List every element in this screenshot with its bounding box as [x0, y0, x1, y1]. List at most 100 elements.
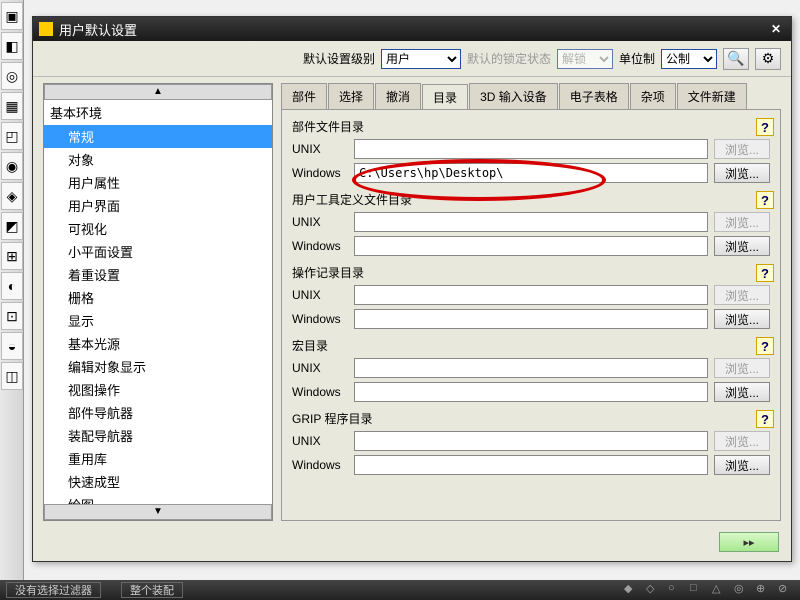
- status-icon[interactable]: ⊘: [778, 582, 794, 598]
- status-icon[interactable]: ○: [668, 582, 684, 598]
- tool-icon[interactable]: ◈: [1, 182, 23, 210]
- path-input[interactable]: [354, 382, 708, 402]
- status-icon[interactable]: ◇: [646, 582, 662, 598]
- filter-status[interactable]: 没有选择过滤器: [6, 582, 101, 598]
- tool-icon[interactable]: ◩: [1, 212, 23, 240]
- tool-icon[interactable]: ◰: [1, 122, 23, 150]
- assembly-status[interactable]: 整个装配: [121, 582, 183, 598]
- tree-item[interactable]: 显示: [44, 309, 272, 332]
- level-select[interactable]: 用户: [381, 49, 461, 69]
- browse-button: 浏览...: [714, 212, 770, 232]
- path-input[interactable]: [354, 309, 708, 329]
- path-input[interactable]: [354, 431, 708, 451]
- tree-item[interactable]: 着重设置: [44, 263, 272, 286]
- ok-button[interactable]: ▸▸: [719, 532, 779, 552]
- tab[interactable]: 选择: [328, 83, 374, 109]
- tool-icon[interactable]: ◎: [1, 62, 23, 90]
- binoculars-icon[interactable]: 🔍: [723, 48, 749, 70]
- tab[interactable]: 杂项: [630, 83, 676, 109]
- tree-item[interactable]: 基本光源: [44, 332, 272, 355]
- browse-button[interactable]: 浏览...: [714, 163, 770, 183]
- path-input[interactable]: [354, 139, 708, 159]
- help-icon[interactable]: ?: [756, 191, 774, 209]
- tree-item[interactable]: 用户属性: [44, 171, 272, 194]
- tree-item[interactable]: 常规: [44, 125, 272, 148]
- tool-icon[interactable]: ◧: [1, 32, 23, 60]
- close-button[interactable]: ✕: [767, 21, 785, 37]
- path-row: Windows浏览...: [292, 163, 770, 183]
- browse-button[interactable]: 浏览...: [714, 382, 770, 402]
- tree-item[interactable]: 视图操作: [44, 378, 272, 401]
- browse-button: 浏览...: [714, 139, 770, 159]
- status-icon[interactable]: ◎: [734, 582, 750, 598]
- tree-item[interactable]: 可视化: [44, 217, 272, 240]
- scroll-down-button[interactable]: ▼: [44, 504, 272, 520]
- browse-button[interactable]: 浏览...: [714, 236, 770, 256]
- tool-icon[interactable]: ⊞: [1, 242, 23, 270]
- section-title: 用户工具定义文件目录: [292, 191, 770, 208]
- settings-icon[interactable]: ⚙: [755, 48, 781, 70]
- tool-icon[interactable]: ▣: [1, 2, 23, 30]
- path-input[interactable]: [354, 212, 708, 232]
- statusbar: 没有选择过滤器 整个装配 ◆ ◇ ○ □ △ ◎ ⊕ ⊘: [0, 580, 800, 600]
- path-row: Windows浏览...: [292, 382, 770, 402]
- tree-item[interactable]: 编辑对象显示: [44, 355, 272, 378]
- lock-state-label: 默认的锁定状态: [467, 50, 551, 67]
- path-input[interactable]: [354, 163, 708, 183]
- scroll-up-button[interactable]: ▲: [44, 84, 272, 100]
- section-title: GRIP 程序目录: [292, 410, 770, 427]
- platform-label: Windows: [292, 458, 348, 472]
- path-input[interactable]: [354, 455, 708, 475]
- directory-section: 用户工具定义文件目录?UNIX浏览...Windows浏览...: [292, 191, 770, 256]
- path-row: Windows 浏览...: [292, 309, 770, 329]
- tree-item[interactable]: 用户界面: [44, 194, 272, 217]
- tree-item[interactable]: 重用库: [44, 447, 272, 470]
- path-row: Windows 浏览...: [292, 236, 770, 256]
- section-title: 宏目录: [292, 337, 770, 354]
- status-icon[interactable]: △: [712, 582, 728, 598]
- tree-item[interactable]: 绘图: [44, 493, 272, 504]
- lock-select[interactable]: 解锁: [557, 49, 613, 69]
- tab[interactable]: 撤消: [375, 83, 421, 109]
- help-icon[interactable]: ?: [756, 118, 774, 136]
- tool-icon[interactable]: ⊡: [1, 302, 23, 330]
- platform-label: UNIX: [292, 361, 348, 375]
- browse-button[interactable]: 浏览...: [714, 455, 770, 475]
- content-panel: 部件选择撤消目录3D 输入设备电子表格杂项文件新建 部件文件目录?UNIX浏览.…: [281, 83, 781, 521]
- tool-icon[interactable]: ◫: [1, 362, 23, 390]
- help-icon[interactable]: ?: [756, 410, 774, 428]
- tool-icon[interactable]: ◐: [1, 272, 23, 300]
- platform-label: Windows: [292, 239, 348, 253]
- path-input[interactable]: [354, 285, 708, 305]
- platform-label: UNIX: [292, 288, 348, 302]
- help-icon[interactable]: ?: [756, 337, 774, 355]
- tab[interactable]: 电子表格: [559, 83, 629, 109]
- tab[interactable]: 文件新建: [677, 83, 747, 109]
- dialog-title: 用户默认设置: [59, 20, 137, 39]
- tab[interactable]: 目录: [422, 84, 468, 110]
- status-icon[interactable]: ◆: [624, 582, 640, 598]
- tool-icon[interactable]: ◉: [1, 152, 23, 180]
- tree-item[interactable]: 小平面设置: [44, 240, 272, 263]
- platform-label: Windows: [292, 312, 348, 326]
- tree-item[interactable]: 部件导航器: [44, 401, 272, 424]
- app-icon: [39, 22, 53, 36]
- tree-item[interactable]: 装配导航器: [44, 424, 272, 447]
- unit-select[interactable]: 公制: [661, 49, 717, 69]
- tab[interactable]: 部件: [281, 83, 327, 109]
- status-icon[interactable]: □: [690, 582, 706, 598]
- browse-button[interactable]: 浏览...: [714, 309, 770, 329]
- tree-item[interactable]: 栅格: [44, 286, 272, 309]
- tree-item[interactable]: 对象: [44, 148, 272, 171]
- help-icon[interactable]: ?: [756, 264, 774, 282]
- path-input[interactable]: [354, 358, 708, 378]
- tab[interactable]: 3D 输入设备: [469, 83, 558, 109]
- tool-icon[interactable]: ◒: [1, 332, 23, 360]
- user-defaults-dialog: 用户默认设置 ✕ 默认设置级别 用户 默认的锁定状态 解锁 单位制 公制 🔍 ⚙…: [32, 16, 792, 562]
- tree-item[interactable]: 快速成型: [44, 470, 272, 493]
- tool-icon[interactable]: ▦: [1, 92, 23, 120]
- tree-header[interactable]: 基本环境: [44, 100, 272, 125]
- status-icon[interactable]: ⊕: [756, 582, 772, 598]
- platform-label: UNIX: [292, 142, 348, 156]
- path-input[interactable]: [354, 236, 708, 256]
